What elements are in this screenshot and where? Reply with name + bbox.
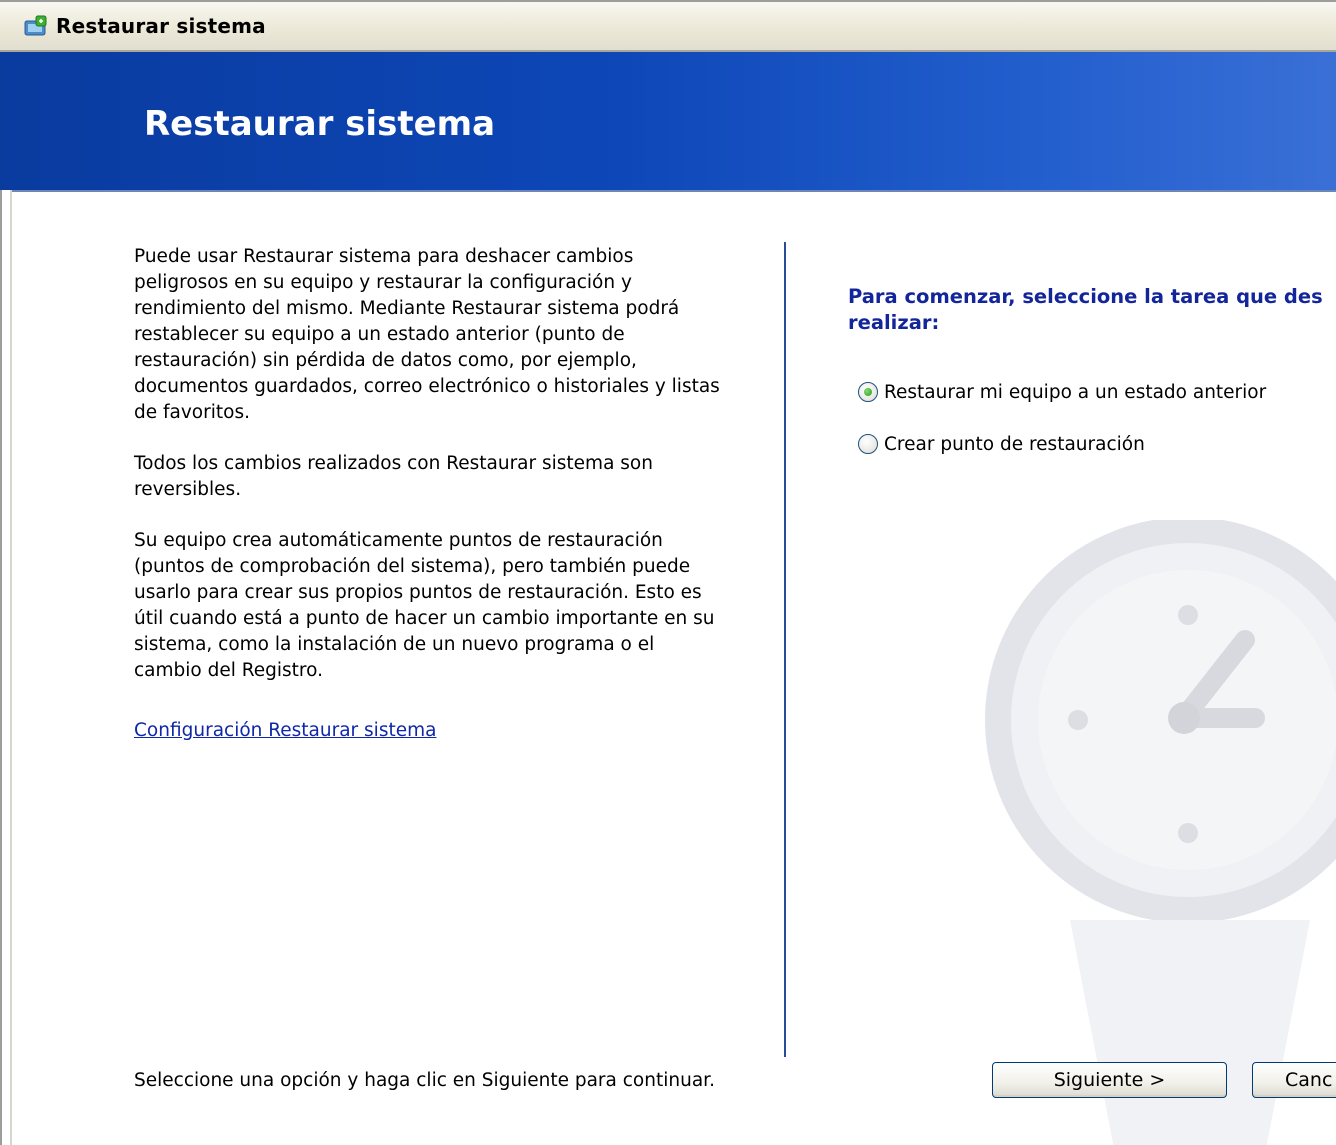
description-paragraph: Su equipo crea automáticamente puntos de… [134,530,715,681]
cancel-button[interactable]: Canc [1252,1062,1336,1098]
header-banner: Restaurar sistema [0,52,1336,192]
radio-create-point-option[interactable]: Crear punto de restauración [858,430,1145,458]
radio-label[interactable]: Restaurar mi equipo a un estado anterior [884,382,1266,403]
clock-watermark-icon [985,520,1336,1145]
radio-label[interactable]: Crear punto de restauración [884,434,1145,455]
title-bar[interactable]: Restaurar sistema [0,0,1336,52]
description-paragraph: Todos los cambios realizados con Restaur… [134,453,653,500]
system-restore-window: Restaurar sistema Restaurar sistema Pued… [0,0,1336,1145]
system-restore-icon [24,15,47,36]
radio-restore-option[interactable]: Restaurar mi equipo a un estado anterior [858,378,1266,406]
task-prompt: Para comenzar, seleccione la tarea que d… [848,284,1336,336]
window-border [0,190,12,1145]
page-title: Restaurar sistema [144,104,496,144]
window-title: Restaurar sistema [56,14,266,38]
task-prompt-line: Para comenzar, seleccione la tarea que d… [848,285,1323,308]
instruction-text: Seleccione una opción y haga clic en Sig… [134,1070,715,1091]
vertical-divider [784,242,786,1057]
description-panel: Puede usar Restaurar sistema para deshac… [134,244,724,769]
restore-settings-link[interactable]: Configuración Restaurar sistema [134,720,436,741]
task-prompt-line: realizar: [848,311,940,334]
radio-button-checked[interactable] [858,382,878,402]
description-paragraph: Puede usar Restaurar sistema para deshac… [134,246,720,423]
next-button[interactable]: Siguiente > [992,1062,1227,1098]
radio-button-unchecked[interactable] [858,434,878,454]
